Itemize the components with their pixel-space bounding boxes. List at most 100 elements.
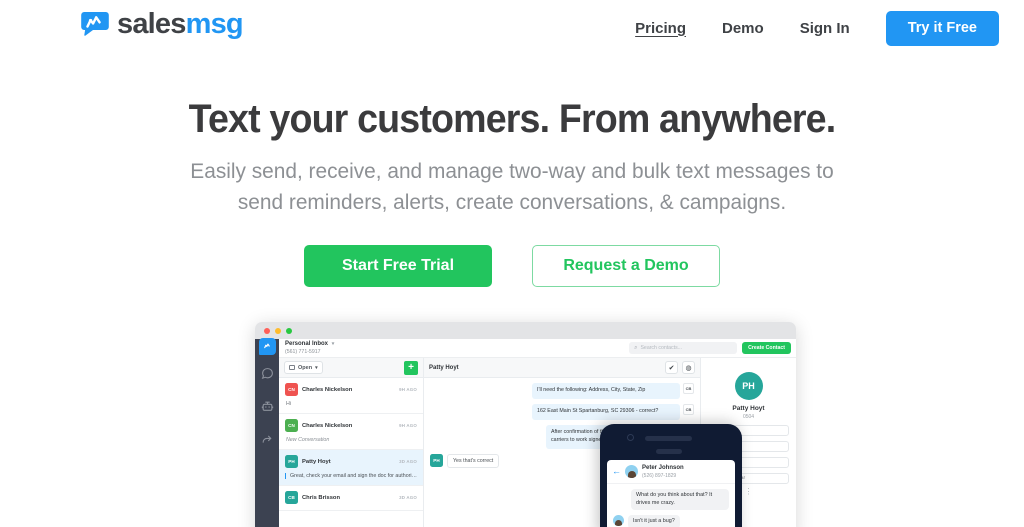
phone-contact-number: (526) 897-1829 [642,472,677,479]
landing-page: salesmsg Pricing Demo Sign In Try it Fre… [0,0,1024,527]
app-rail-logo-slot [255,337,279,358]
conversation-header: CN Charles Nickelson 9H AGO [285,383,417,396]
phone-contact-info: Peter Johnson (526) 897-1829 [642,465,684,479]
avatar: PH [734,372,763,400]
inbox-phone: (561) 771-5917 [285,348,321,355]
conversation-preview: New Conversation [286,437,330,443]
phone-conversation-header: ← Peter Johnson (526) 897-1829 [607,460,735,484]
conversation-name: Charles Nickelson [302,422,353,429]
list-item[interactable]: CN Charles Nickelson 9H AGO New Conversa… [279,414,423,450]
search-input[interactable]: ⌕ Search contacts... [629,342,738,354]
conversation-list-column: Open ▾ + CN Charles Nickelson 9H AGO Hi [279,358,424,527]
conversation-preview: Great, check your email and sign the doc… [285,473,417,479]
conversation-preview: Hi [286,401,292,407]
start-free-trial-button[interactable]: Start Free Trial [304,245,492,288]
conversation-timestamp: 3D AGO [399,459,417,464]
nav-link-demo[interactable]: Demo [704,12,782,46]
inbox-selector[interactable]: Personal Inbox ▾ (561) 771-5917 [279,341,334,355]
try-it-free-button[interactable]: Try it Free [885,11,999,46]
conversation-name: Charles Nickelson [302,386,353,393]
conversation-timestamp: 3D AGO [399,495,417,500]
message-row: 162 East Main St Spartanburg, SC 29306 -… [430,403,694,420]
hero-cta-row: Start Free Trial Request a Demo [0,245,1024,288]
phone-speaker-icon [645,435,692,441]
logo-text-msg: msg [185,7,244,40]
back-arrow-icon[interactable]: ← [612,467,621,476]
site-header: salesmsg Pricing Demo Sign In Try it Fre… [0,0,1024,56]
inbox-filter-label: Open [298,364,313,371]
window-maximize-dot [286,327,292,334]
chat-bubble-icon[interactable] [261,367,274,380]
logo-text-sales: sales [117,7,186,40]
message-bubble: What do you think about that? It drives … [631,488,729,511]
main-navigation: Pricing Demo Sign In Try it Free [617,11,999,46]
conversation-header: CB Chris Brisson 3D AGO [285,491,417,504]
logo-text: salesmsg [117,7,244,40]
robot-icon[interactable] [261,400,274,413]
avatar: CN [285,383,298,396]
avatar [625,465,638,479]
more-vertical-icon[interactable]: ⋮ [745,488,753,496]
logo[interactable]: salesmsg [80,7,244,40]
nav-link-pricing[interactable]: Pricing [617,12,704,46]
conversation-name: Patty Hoyt [302,458,331,465]
browser-chrome [255,322,796,339]
chevron-down-icon[interactable]: ▾ [332,341,335,347]
inbox-name: Personal Inbox [285,341,329,347]
app-top-bar-right: ⌕ Search contacts... Create Contact [629,342,796,354]
check-icon[interactable]: ✔ [665,361,678,374]
conversation-header: PH Patty Hoyt 3D AGO [285,455,417,468]
message-bubble: 162 East Main St Spartanburg, SC 29306 -… [532,403,680,420]
contact-name: Patty Hoyt [732,405,765,412]
conversation-list-toolbar: Open ▾ + [279,358,423,378]
window-close-dot [264,327,270,334]
conversation-timestamp: 9H AGO [399,387,417,392]
phone-messages-area: What do you think about that? It drives … [607,484,735,527]
avatar: CB [285,491,298,504]
nav-link-sign-in[interactable]: Sign In [782,12,868,46]
avatar: CN [285,419,298,432]
avatar [613,515,624,527]
list-item[interactable]: PH Patty Hoyt 3D AGO Great, check your e… [279,450,423,486]
app-icon-rail [255,358,279,527]
hero-headline: Text your customers. From anywhere. [188,97,837,141]
phone-screen: ← Peter Johnson (526) 897-1829 What do y… [607,460,735,527]
conversation-header: CN Charles Nickelson 9H AGO [285,419,417,432]
search-icon: ⌕ [634,344,638,351]
thread-title: Patty Hoyt [429,364,459,371]
conversation-name: Chris Brisson [302,494,341,501]
app-logo-icon [258,337,276,355]
chevron-down-icon: ▾ [315,364,318,371]
hero-subheadline: Easily send, receive, and manage two-way… [190,159,834,214]
message-bubble: Isn't it just a bug? [628,515,680,527]
contact-subtitle: 0504 [742,414,755,420]
hero-section: Text your customers. From anywhere. Easi… [0,96,1024,288]
window-minimize-dot [275,327,281,334]
inbox-icon [289,365,295,370]
speech-bubble-chart-icon [80,9,110,39]
create-contact-button[interactable]: Create Contact [742,342,791,354]
inbox-filter-dropdown[interactable]: Open ▾ [284,361,323,374]
thread-actions: ✔ ◍ [665,361,695,374]
phone-contact-name: Peter Johnson [642,465,684,471]
message-row: Isn't it just a bug? [613,515,729,527]
phone-camera-icon [627,434,634,441]
message-bubble: I'll need the following: Address, City, … [532,383,680,399]
avatar: PH [285,455,298,468]
product-screenshot-mockup: Personal Inbox ▾ (561) 771-5917 ⌕ Search… [255,322,796,527]
message-bubble: Yes that's correct [447,453,500,468]
message-author-tag: CB [683,403,694,415]
list-item[interactable]: CB Chris Brisson 3D AGO [279,486,423,511]
phone-earpiece-icon [656,449,682,454]
request-a-demo-button[interactable]: Request a Demo [532,245,720,288]
list-item[interactable]: CN Charles Nickelson 9H AGO Hi [279,378,423,414]
share-arrow-icon[interactable] [261,433,274,446]
app-top-bar: Personal Inbox ▾ (561) 771-5917 ⌕ Search… [255,337,796,358]
thread-header: Patty Hoyt ✔ ◍ [424,358,700,378]
phone-mockup: ← Peter Johnson (526) 897-1829 What do y… [600,424,742,527]
search-placeholder: Search contacts... [640,345,682,351]
avatar: PH [430,454,443,468]
new-conversation-button[interactable]: + [404,360,418,375]
contact-card-icon[interactable]: ◍ [682,361,695,374]
conversation-timestamp: 9H AGO [399,423,417,428]
